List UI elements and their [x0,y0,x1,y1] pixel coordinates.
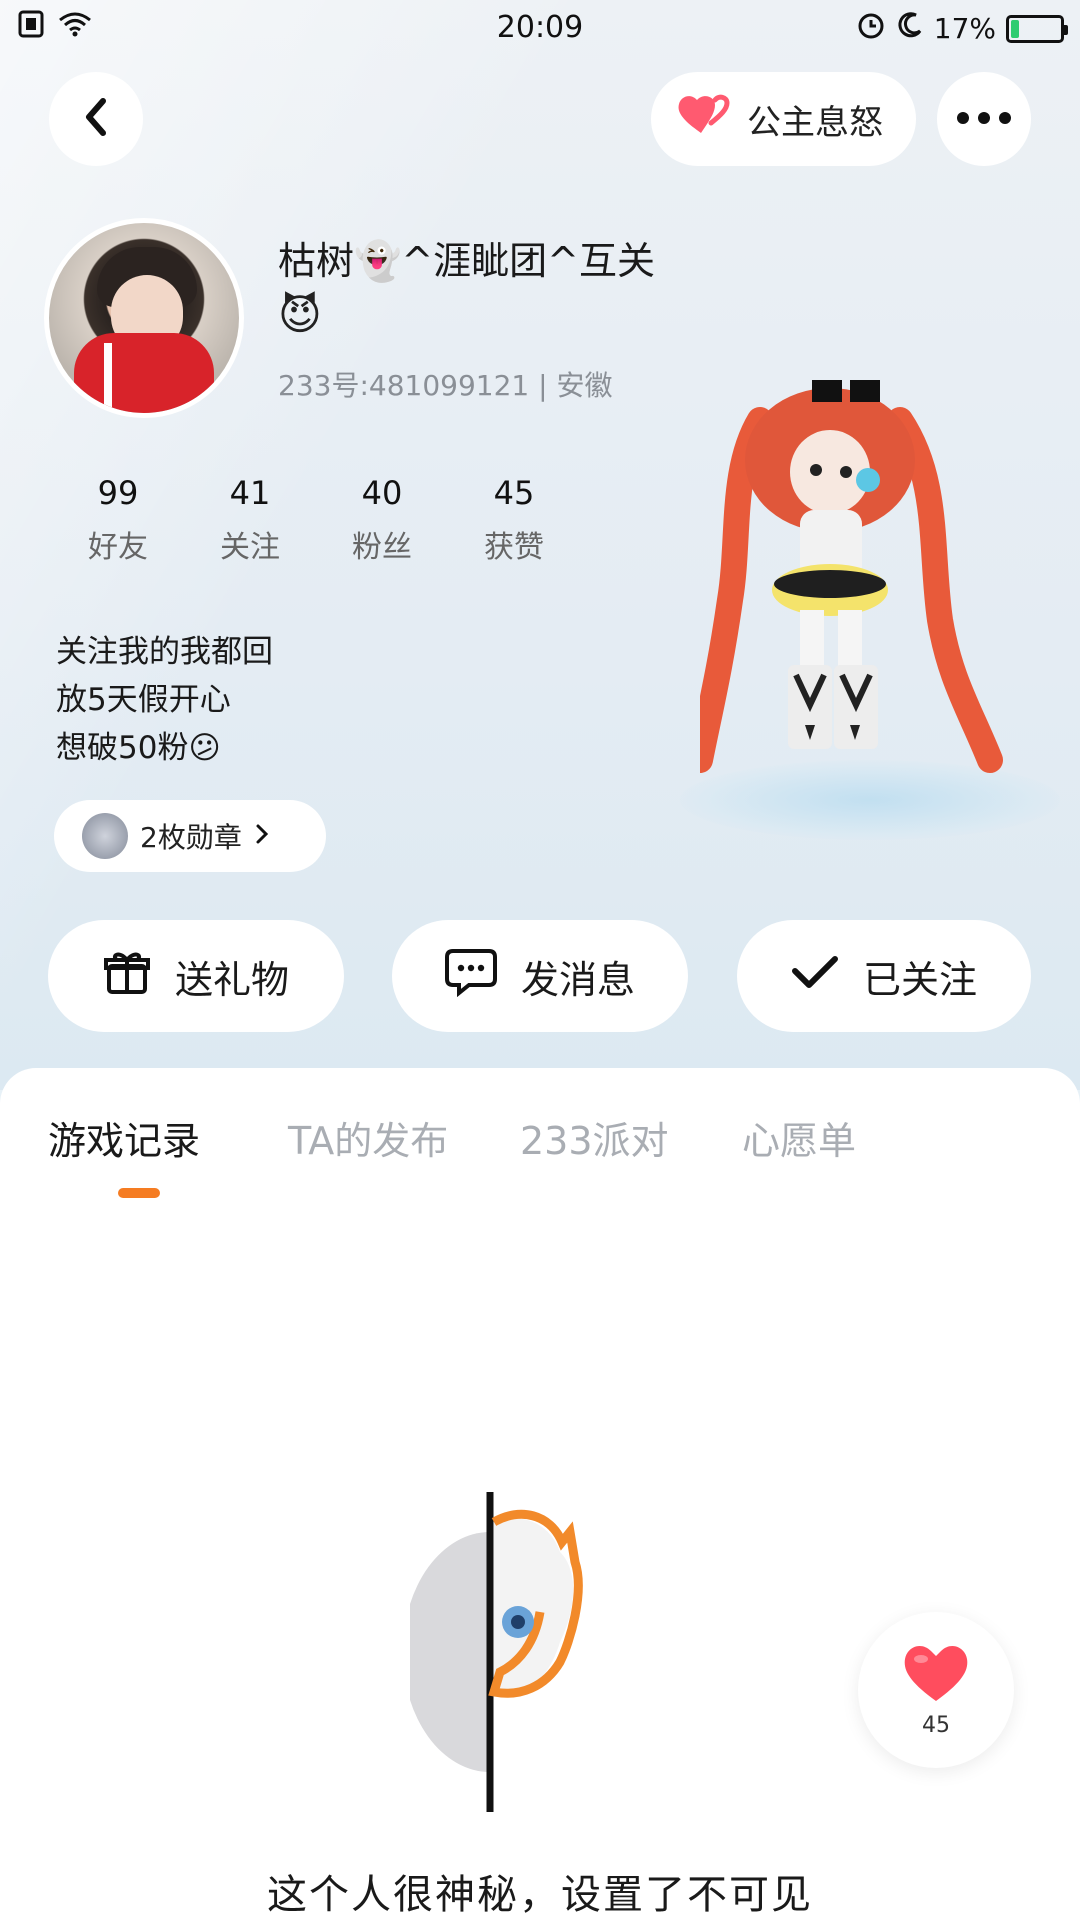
heart-icon [901,1643,971,1709]
more-dots-icon [956,110,1012,129]
stat-number: 40 [361,474,403,512]
active-tab-indicator [118,1188,160,1198]
battery-icon [1006,14,1068,43]
stat-fans[interactable]: 40 粉丝 [316,474,448,566]
chat-icon [444,947,497,1006]
content-panel: 游戏记录 TA的发布 233派对 心愿单 这个人很神秘，设置了不可见 [0,1068,1080,1920]
bio-line: 放5天假开心 [56,682,231,718]
mood-label: 公主息怒 [747,102,883,143]
empty-state-illustration [410,1492,583,1812]
stat-following[interactable]: 41 关注 [184,474,316,566]
empty-state-text: 这个人很神秘，设置了不可见 [267,1872,813,1918]
bio: 关注我的我都回 放5天假开心 想破50粉😕 [56,628,273,772]
gift-icon [103,948,151,1005]
username: 枯树👻^涯眦团^互关 [278,239,655,283]
avatar[interactable] [44,218,244,418]
tab-bar: 游戏记录 TA的发布 233派对 心愿单 [0,1068,1080,1198]
check-icon [791,954,839,998]
stat-likes[interactable]: 45 获赞 [448,474,580,566]
alarm-icon [856,10,886,47]
user-id-location: 233号:481099121 | 安徽 [278,369,613,402]
stat-label: 获赞 [484,530,544,565]
medals-button[interactable]: 2枚勋章 [54,800,326,872]
back-button[interactable] [49,72,143,166]
bio-line: 想破50粉😕 [56,730,221,766]
heart-icon [675,93,731,146]
medals-label: 2枚勋章 [140,821,242,854]
more-button[interactable] [937,72,1031,166]
follow-label: 已关注 [862,957,977,1002]
stat-number: 45 [493,474,535,512]
tab-233-party[interactable]: 233派对 [520,1110,669,1165]
chevron-left-icon [81,97,111,141]
stat-friends[interactable]: 99 好友 [52,474,184,566]
follow-button[interactable]: 已关注 [737,920,1031,1032]
battery-percent: 17% [933,12,996,45]
medal-icon [82,813,128,859]
mood-button[interactable]: 公主息怒 [651,72,916,166]
send-gift-label: 送礼物 [174,957,289,1002]
like-count: 45 [922,1712,950,1738]
tab-wishlist[interactable]: 心愿单 [742,1110,856,1165]
profile-stats: 99 好友 41 关注 40 粉丝 45 获赞 [52,474,580,566]
status-bar: 20:09 17% [0,0,1080,54]
avatar-character[interactable] [700,380,1030,820]
like-button[interactable]: 45 [858,1612,1014,1768]
stat-number: 99 [97,474,139,512]
stat-label: 好友 [88,530,148,565]
stat-number: 41 [229,474,271,512]
tab-posts[interactable]: TA的发布 [288,1110,448,1165]
stat-label: 粉丝 [352,530,412,565]
send-gift-button[interactable]: 送礼物 [48,920,344,1032]
moon-icon [896,11,924,46]
chevron-right-icon [254,820,270,853]
send-message-button[interactable]: 发消息 [392,920,688,1032]
stat-label: 关注 [220,530,280,565]
bio-line: 关注我的我都回 [56,634,273,670]
send-message-label: 发消息 [520,957,635,1002]
username-emoji: 😈 [278,290,322,339]
tab-game-records[interactable]: 游戏记录 [48,1110,200,1165]
